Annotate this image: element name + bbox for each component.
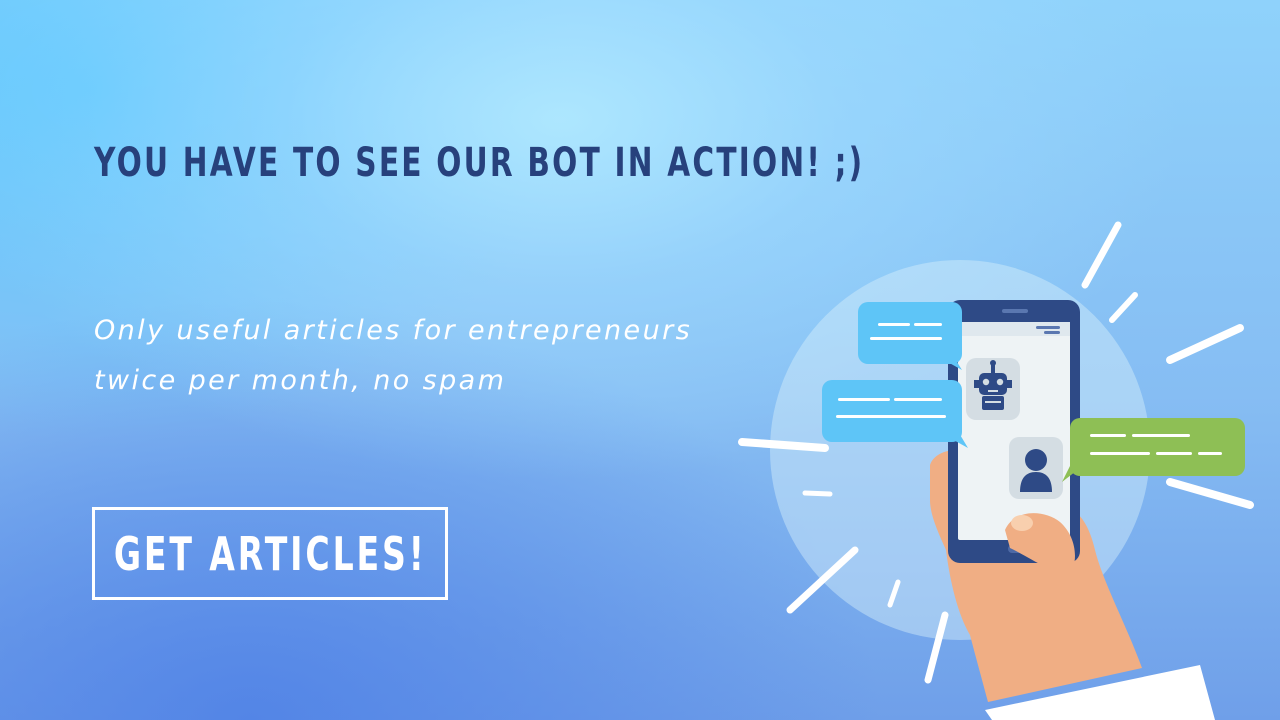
chatbot-illustration-graphic — [738, 221, 1254, 720]
get-articles-button[interactable]: GET ARTICLES! — [92, 507, 448, 600]
get-articles-button-label: GET ARTICLES! — [113, 526, 427, 581]
chat-bubble-icon — [858, 302, 962, 370]
chatbot-illustration — [730, 210, 1280, 720]
subtext-line-1: Only useful articles for entrepreneurs — [94, 315, 693, 346]
robot-icon — [966, 358, 1020, 420]
subtext-line-2: twice per month, no spam — [94, 365, 507, 396]
headline: YOU HAVE TO SEE OUR BOT IN ACTION! ;) — [94, 140, 865, 186]
subtext: Only useful articles for entrepreneurs t… — [94, 306, 692, 406]
promo-banner: YOU HAVE TO SEE OUR BOT IN ACTION! ;) On… — [0, 0, 1280, 720]
chat-bubble-icon — [822, 380, 968, 448]
chat-bubble-icon — [1062, 418, 1245, 482]
thumbnail — [1011, 515, 1033, 531]
user-icon — [1009, 437, 1063, 499]
